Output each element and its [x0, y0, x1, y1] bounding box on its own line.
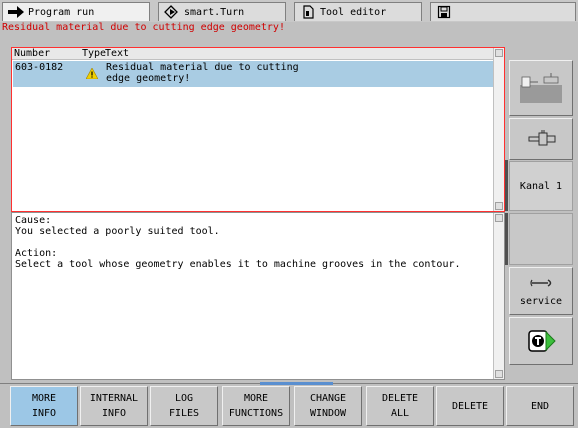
internal-info-button[interactable]: INTERNAL INFO: [80, 386, 148, 426]
error-title: Residual material due to cutting edge ge…: [2, 22, 285, 33]
scroll-up-icon[interactable]: [495, 49, 503, 57]
softkey-label: FUNCTIONS: [228, 408, 284, 419]
softkey-label: CHANGE: [309, 393, 347, 404]
scroll-down-icon[interactable]: [495, 202, 503, 210]
log-files-button[interactable]: LOG FILES: [150, 386, 218, 426]
list-header: Number Type Text: [12, 48, 494, 60]
tab-smart-turn[interactable]: smart.Turn: [158, 2, 286, 21]
change-window-button[interactable]: CHANGE WINDOW: [294, 386, 362, 426]
table-row[interactable]: 603-0182 Residual material due to cuttin…: [13, 61, 494, 87]
document-icon: [299, 5, 317, 19]
save-icon: [435, 5, 453, 19]
column-header-text: Text: [105, 48, 130, 59]
error-text: Residual material due to cutting edge ge…: [106, 62, 299, 84]
tab-label: Tool editor: [320, 6, 387, 18]
list-scrollbar[interactable]: [493, 48, 504, 211]
scroll-up-icon[interactable]: [495, 214, 503, 222]
arrow-right-icon: [7, 5, 25, 19]
service-button[interactable]: service: [509, 267, 573, 315]
error-list-panel[interactable]: Number Type Text 603-0182 Residual mater…: [11, 47, 505, 212]
lathe-icon: [518, 71, 566, 108]
channel-indicator: [505, 160, 508, 211]
column-header-type: Type: [82, 48, 107, 59]
tool-t-icon: [528, 328, 556, 357]
tab-label: smart.Turn: [184, 6, 245, 18]
machine-view-button[interactable]: [509, 60, 573, 116]
end-button[interactable]: END: [506, 386, 574, 426]
wrench-icon: [530, 278, 554, 291]
column-header-number: Number: [14, 48, 51, 59]
softkey-label: MORE: [31, 393, 57, 404]
diamond-arrow-icon: [163, 5, 181, 19]
softkey-label: MORE: [243, 393, 269, 404]
tool-holder-icon: [528, 129, 558, 152]
mode-tab-bar: Program run smart.Turn Tool editor: [0, 0, 578, 22]
softkey-label: INFO: [101, 408, 127, 419]
softkey-label: INTERNAL: [89, 393, 139, 404]
softkey-label: DELETE: [381, 393, 419, 404]
tool-table-button[interactable]: [509, 317, 573, 365]
more-info-button[interactable]: MORE INFO: [10, 386, 78, 426]
tool-view-button[interactable]: [509, 118, 573, 160]
softkey-page-indicator: [260, 382, 333, 385]
delete-button[interactable]: DELETE: [436, 386, 504, 426]
delete-all-button[interactable]: DELETE ALL: [366, 386, 434, 426]
softkey-label: END: [530, 400, 550, 412]
error-detail-text: Cause: You selected a poorly suited tool…: [15, 215, 461, 270]
tab-program-run[interactable]: Program run: [2, 2, 150, 21]
tab-save[interactable]: [430, 2, 576, 21]
more-functions-button[interactable]: MORE FUNCTIONS: [222, 386, 290, 426]
service-label: service: [519, 296, 563, 307]
softkey-label: WINDOW: [309, 408, 347, 419]
softkey-label: ALL: [390, 408, 410, 419]
channel-indicator: [505, 213, 508, 265]
warning-icon: [85, 67, 99, 80]
channel-button[interactable]: Kanal 1: [509, 161, 573, 211]
softkey-label: LOG: [174, 393, 194, 404]
empty-softkey[interactable]: [509, 213, 573, 265]
scroll-down-icon[interactable]: [495, 370, 503, 378]
softkey-label: DELETE: [451, 400, 489, 412]
tab-label: Program run: [28, 6, 95, 18]
tab-tool-editor[interactable]: Tool editor: [294, 2, 422, 21]
channel-label: Kanal 1: [519, 181, 563, 192]
error-number: 603-0182: [15, 62, 64, 73]
detail-scrollbar[interactable]: [493, 213, 504, 379]
error-detail-panel[interactable]: Cause: You selected a poorly suited tool…: [11, 212, 505, 380]
softkey-label: INFO: [31, 408, 57, 419]
softkey-label: FILES: [168, 408, 200, 419]
